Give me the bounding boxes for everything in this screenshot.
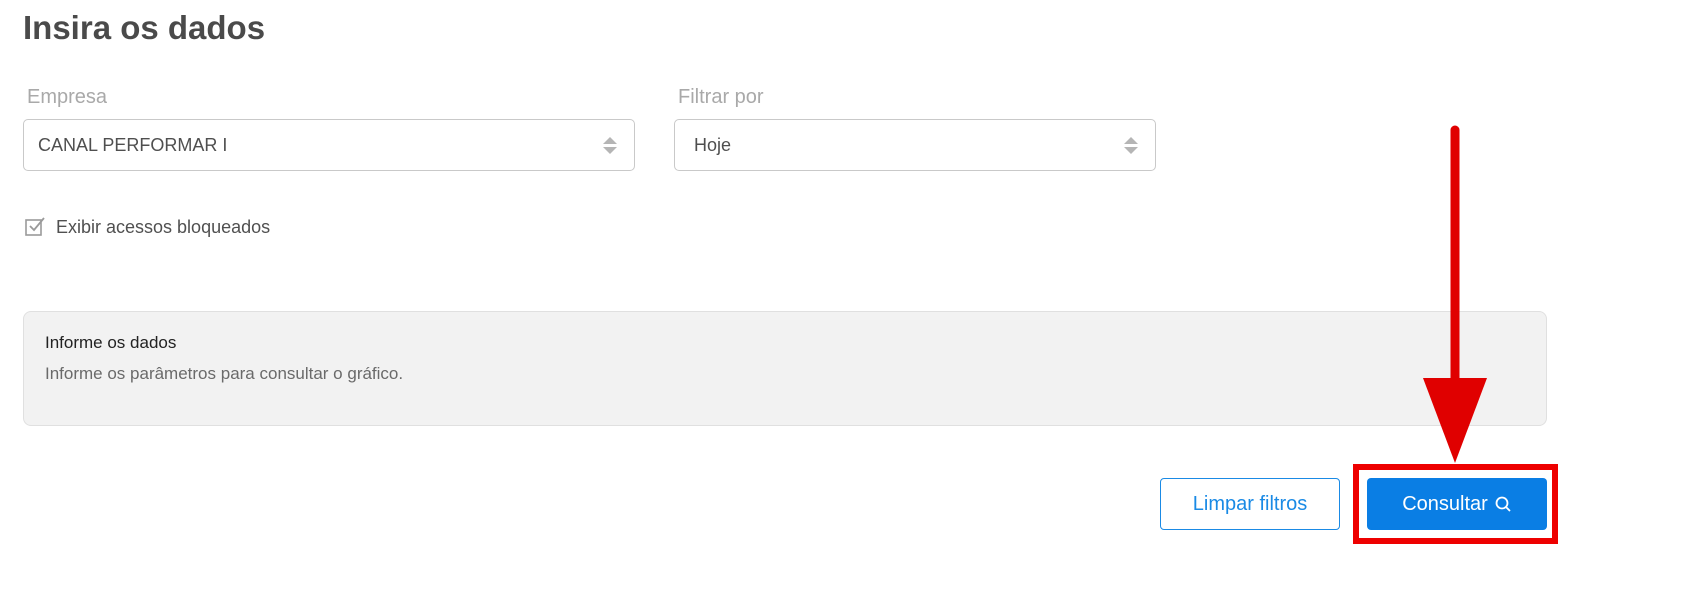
- company-select-value: CANAL PERFORMAR I: [38, 134, 228, 155]
- info-message: Informe os parâmetros para consultar o g…: [45, 364, 404, 383]
- filter-label: Filtrar por: [678, 86, 764, 108]
- company-select[interactable]: CANAL PERFORMAR I: [23, 119, 635, 171]
- checkbox-checked-icon[interactable]: [24, 216, 46, 238]
- page-title: Insira os dados: [23, 9, 266, 46]
- consult-button[interactable]: Consultar: [1367, 478, 1547, 530]
- show-blocked-label: Exibir acessos bloqueados: [56, 216, 271, 237]
- filter-select-value: Hoje: [694, 134, 732, 155]
- show-blocked-checkbox[interactable]: Exibir acessos bloqueados: [24, 216, 270, 238]
- clear-filters-button[interactable]: Limpar filtros: [1160, 478, 1340, 530]
- sort-arrows-icon: [1123, 134, 1139, 156]
- annotation-arrow-icon: [1423, 125, 1487, 463]
- filter-select[interactable]: Hoje: [674, 119, 1156, 171]
- sort-arrows-icon: [602, 134, 618, 156]
- search-icon: [1495, 496, 1511, 512]
- info-panel: Informe os dados Informe os parâmetros p…: [23, 311, 1547, 426]
- consult-button-label: Consultar: [1402, 492, 1488, 515]
- info-title: Informe os dados: [45, 333, 177, 352]
- company-label: Empresa: [27, 86, 108, 108]
